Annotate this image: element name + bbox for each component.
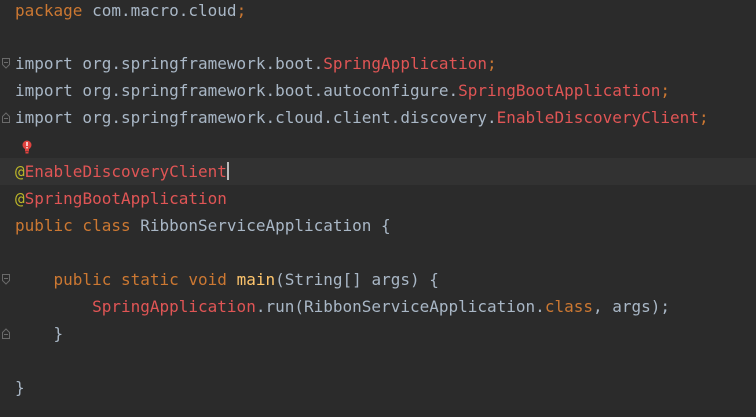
- annotation-name: EnableDiscoveryClient: [24, 162, 227, 181]
- keyword-public: public: [15, 216, 73, 235]
- code-line-import-3[interactable]: import org.springframework.cloud.client.…: [0, 104, 756, 131]
- method-params: (String[] args) {: [275, 270, 439, 289]
- code-editor[interactable]: package com.macro.cloud; import org.spri…: [0, 0, 756, 417]
- fold-marker-icon[interactable]: [2, 112, 10, 123]
- code-line-import-1[interactable]: import org.springframework.boot.SpringAp…: [0, 50, 756, 77]
- annotation-at: @: [15, 162, 25, 181]
- code-line-class-close[interactable]: }: [0, 374, 756, 401]
- semicolon: ;: [236, 1, 247, 20]
- code-line-main-method[interactable]: public static void main(String[] args) {: [0, 266, 756, 293]
- code-line-package[interactable]: package com.macro.cloud;: [0, 0, 756, 24]
- fold-marker-icon[interactable]: [2, 58, 10, 69]
- class-literal: class: [544, 297, 593, 316]
- annotation-at: @: [15, 189, 25, 208]
- code-line-import-2[interactable]: import org.springframework.boot.autoconf…: [0, 77, 756, 104]
- code-line-run-call[interactable]: SpringApplication.run(RibbonServiceAppli…: [0, 293, 756, 320]
- keyword-import: import: [15, 108, 73, 127]
- code-line-method-close[interactable]: }: [0, 320, 756, 347]
- code-line-annotation-spring-boot[interactable]: @SpringBootApplication: [0, 185, 756, 212]
- keyword-void: void: [178, 270, 227, 289]
- import-class: EnableDiscoveryClient: [496, 108, 699, 127]
- fold-marker-icon[interactable]: [2, 274, 10, 285]
- keyword-import: import: [15, 81, 73, 100]
- package-name: com.macro.cloud: [82, 1, 237, 20]
- keyword-package: package: [15, 1, 83, 20]
- red-lightbulb-icon[interactable]: [19, 139, 35, 155]
- keyword-class: class: [72, 216, 131, 235]
- semicolon: ;: [660, 81, 671, 100]
- call-args: , args);: [592, 297, 671, 316]
- import-package: org.springframework.boot.: [72, 54, 324, 73]
- annotation-name: SpringBootApplication: [24, 189, 227, 208]
- close-brace: }: [53, 324, 64, 343]
- text-caret: [226, 162, 229, 180]
- code-line-annotation-enable-discovery[interactable]: @EnableDiscoveryClient: [0, 158, 756, 185]
- call-method: .run(RibbonServiceApplication.: [255, 297, 545, 316]
- close-brace: }: [15, 378, 25, 397]
- semicolon: ;: [487, 54, 497, 73]
- method-name: main: [226, 270, 276, 289]
- import-package: org.springframework.cloud.client.discove…: [72, 108, 497, 127]
- class-name: RibbonServiceApplication {: [130, 216, 391, 235]
- keyword-public: public: [53, 270, 112, 289]
- import-package: org.springframework.boot.autoconfigure.: [72, 81, 459, 100]
- import-class: SpringBootApplication: [458, 81, 661, 100]
- call-class: SpringApplication: [92, 297, 256, 316]
- semicolon: ;: [698, 108, 709, 127]
- keyword-import: import: [15, 54, 73, 73]
- fold-marker-icon[interactable]: [2, 328, 10, 339]
- keyword-static: static: [111, 270, 179, 289]
- import-class: SpringApplication: [323, 54, 488, 73]
- code-line-class-declaration[interactable]: public class RibbonServiceApplication {: [0, 212, 756, 239]
